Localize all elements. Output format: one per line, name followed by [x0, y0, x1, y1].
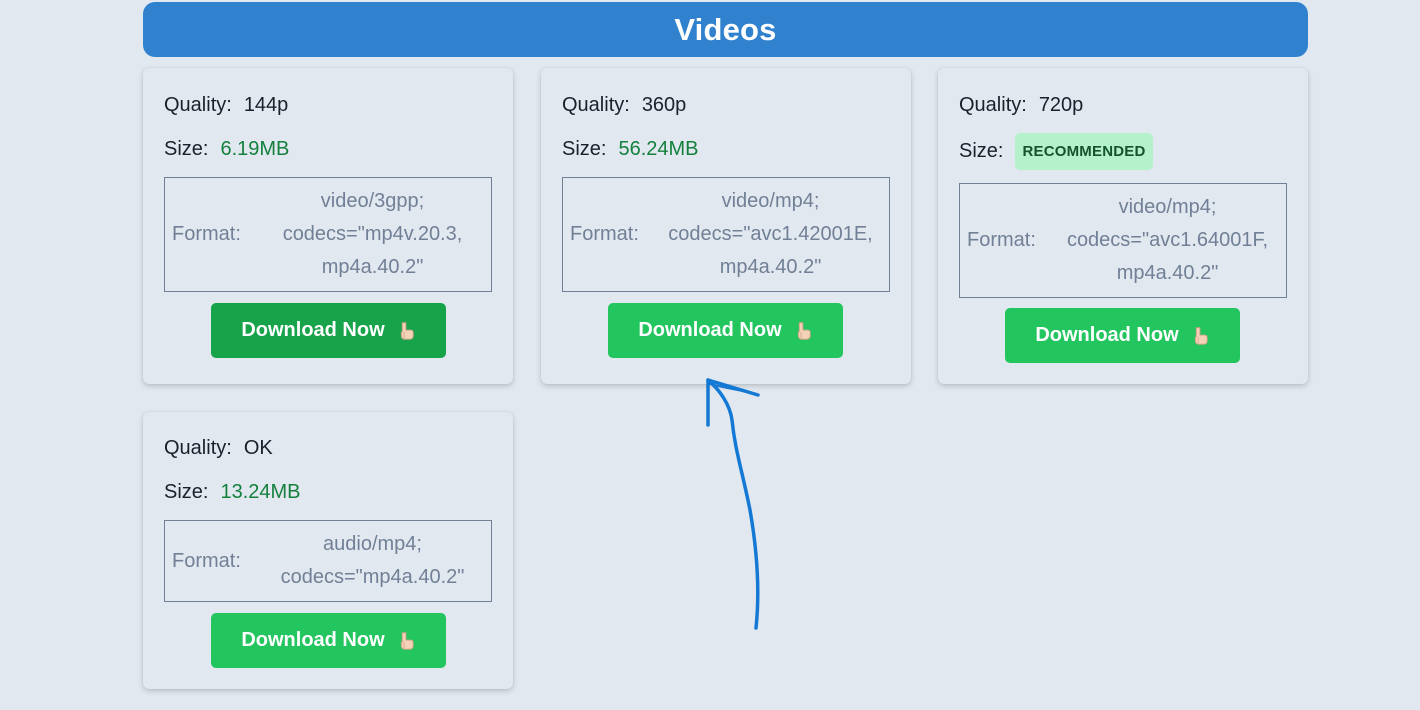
format-box: Format: video/3gpp; codecs="mp4v.20.3, m… — [164, 177, 492, 292]
format-label: Format: — [172, 223, 241, 245]
quality-label: Quality: — [562, 94, 630, 116]
size-label: Size: — [164, 481, 209, 503]
format-box: Format: video/mp4; codecs="avc1.64001F, … — [959, 183, 1287, 298]
quality-value: 144p — [243, 94, 289, 116]
videos-header: Videos — [143, 2, 1308, 57]
download-button[interactable]: Download Now — [211, 303, 446, 358]
video-card-360p: Quality: 360p Size: 56.24MB Format: vide… — [541, 68, 911, 384]
hand-pointing-down-icon — [797, 321, 811, 340]
format-box: Format: audio/mp4; codecs="mp4a.40.2" — [164, 520, 492, 602]
quality-label: Quality: — [164, 437, 232, 459]
format-value: video/3gpp; codecs="mp4v.20.3, mp4a.40.2… — [282, 190, 463, 278]
download-button[interactable]: Download Now — [211, 613, 446, 668]
recommended-badge: RECOMMENDED — [1015, 133, 1153, 170]
format-value: video/mp4; codecs="avc1.64001F, mp4a.40.… — [1066, 196, 1269, 284]
size-label: Size: — [164, 138, 209, 160]
size-row: Size: 6.19MB — [164, 138, 289, 161]
quality-value: OK — [243, 437, 273, 459]
quality-row: Quality: 144p — [164, 94, 288, 117]
size-value: 13.24MB — [220, 481, 301, 503]
download-button-label: Download Now — [638, 319, 782, 341]
quality-label: Quality: — [959, 94, 1027, 116]
quality-label: Quality: — [164, 94, 232, 116]
quality-row: Quality: 720p — [959, 94, 1083, 117]
quality-value: 720p — [1038, 94, 1084, 116]
size-value: 56.24MB — [618, 138, 699, 160]
quality-value: 360p — [641, 94, 687, 116]
hand-pointing-down-icon — [400, 321, 414, 340]
size-label: Size: — [959, 140, 1004, 162]
format-value: audio/mp4; codecs="mp4a.40.2" — [280, 533, 465, 588]
hand-pointing-down-icon — [400, 631, 414, 650]
page: Videos Quality: 144p Size: 6.19MB Format… — [0, 0, 1420, 710]
download-button-label: Download Now — [241, 629, 385, 651]
format-value: video/mp4; codecs="avc1.42001E, mp4a.40.… — [668, 190, 873, 278]
size-label: Size: — [562, 138, 607, 160]
format-label: Format: — [172, 549, 241, 572]
quality-row: Quality: OK — [164, 437, 273, 460]
size-row: Size: 13.24MB — [164, 481, 301, 504]
download-button[interactable]: Download Now — [1005, 308, 1240, 363]
download-button[interactable]: Download Now — [608, 303, 843, 358]
format-box: Format: video/mp4; codecs="avc1.42001E, … — [562, 177, 890, 292]
format-label: Format: — [967, 229, 1036, 251]
size-row: Size: RECOMMENDED — [959, 133, 1153, 170]
size-row: Size: 56.24MB — [562, 138, 699, 161]
audio-card: Quality: OK Size: 13.24MB Format: audio/… — [143, 412, 513, 689]
video-card-720p: Quality: 720p Size: RECOMMENDED Format: … — [938, 68, 1308, 384]
hand-pointing-down-icon — [1194, 326, 1208, 345]
format-label: Format: — [570, 223, 639, 245]
page-title: Videos — [674, 11, 777, 47]
quality-row: Quality: 360p — [562, 94, 686, 117]
video-card-144p: Quality: 144p Size: 6.19MB Format: video… — [143, 68, 513, 384]
download-button-label: Download Now — [241, 319, 385, 341]
download-button-label: Download Now — [1035, 324, 1179, 346]
size-value: 6.19MB — [220, 138, 290, 160]
